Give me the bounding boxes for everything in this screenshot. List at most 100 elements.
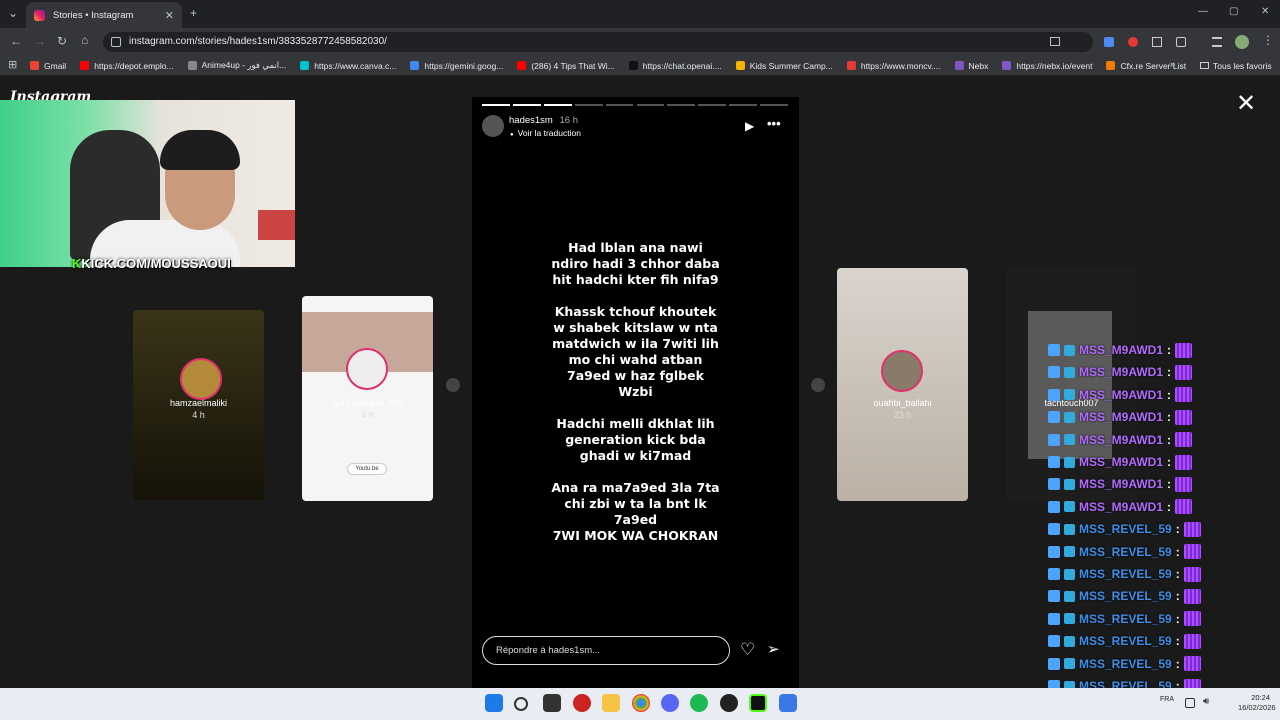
translate-label: Voir la traduction <box>517 128 581 138</box>
volume-icon[interactable]: 🔊︎ <box>1203 696 1209 707</box>
bookmark-favicon-icon <box>1002 61 1012 70</box>
next-story-icon[interactable] <box>811 378 825 392</box>
story-username[interactable]: hades1sm <box>509 115 553 126</box>
bookmark-item[interactable]: Anime4up - انمي فور... <box>187 60 286 71</box>
discord-icon[interactable] <box>661 694 679 712</box>
translate-link[interactable]: ● Voir la traduction <box>510 128 581 138</box>
story-username: ilyas_elmaliki_921 <box>330 398 405 408</box>
subscriber-badge-icon <box>1064 546 1075 558</box>
bookmark-label: Cfx.re Server List <box>1120 60 1187 71</box>
story-card-hamzaelmaliki[interactable]: hamzaelmaliki 4 h <box>133 310 264 500</box>
story-card-ouahbi[interactable]: ouahbi_ballahi 23 h <box>837 268 968 501</box>
minimize-button[interactable]: — <box>1198 6 1208 17</box>
spotify-icon[interactable] <box>690 694 708 712</box>
reading-list-icon[interactable] <box>1212 37 1222 47</box>
extensions-puzzle-icon[interactable] <box>1176 37 1186 47</box>
notepad-icon[interactable] <box>779 694 797 712</box>
bookmark-item[interactable]: https://depot.emplo... <box>80 60 174 71</box>
bookmark-label: (286) 4 Tips That Wi... <box>531 60 615 71</box>
bookmark-item[interactable]: https://www.moncv.... <box>846 61 941 71</box>
more-options-icon[interactable]: ••• <box>767 116 781 131</box>
bookmark-label: https://depot.emplo... <box>94 60 174 71</box>
subscriber-badge-icon <box>1064 523 1075 535</box>
prev-story-icon[interactable] <box>446 378 460 392</box>
story-avatar[interactable] <box>482 115 504 137</box>
chat-separator: : <box>1175 589 1180 604</box>
progress-segment <box>605 104 634 106</box>
extension2-icon[interactable] <box>1152 37 1162 47</box>
tab-search-icon[interactable]: ⌄ <box>8 6 18 20</box>
bookmark-item[interactable]: (286) 4 Tips That Wi... <box>517 60 615 71</box>
file-explorer-icon[interactable] <box>602 694 620 712</box>
webcam-overlay <box>0 100 295 267</box>
send-icon[interactable]: ➢ <box>767 641 780 659</box>
story-card-ilyas[interactable]: ilyas_elmaliki_921 4 h Youtu.be <box>302 296 433 501</box>
chat-username: MSS_M9AWD1 <box>1079 343 1164 357</box>
subscriber-badge-icon <box>1064 613 1075 625</box>
story-paragraph: Had lblan ana nawi ndiro hadi 3 chhor da… <box>551 240 720 287</box>
obs-icon[interactable] <box>720 694 738 712</box>
forward-icon[interactable]: → <box>34 34 46 48</box>
bookmark-favicon-icon <box>30 61 39 70</box>
bookmark-item[interactable]: https://gemini.goog... <box>410 61 503 71</box>
story-paragraph: Hadchi melli dkhlat lih generation kick … <box>556 416 715 463</box>
home-icon[interactable]: ⌂ <box>81 33 88 47</box>
folder-icon <box>1200 62 1209 69</box>
avatar <box>881 350 923 392</box>
task-view-icon[interactable] <box>543 694 561 712</box>
system-clock[interactable]: 20:24 16/02/2026 <box>1238 693 1276 713</box>
reload-icon[interactable]: ↻ <box>57 34 67 48</box>
maximize-button[interactable]: ▢ <box>1229 6 1238 17</box>
chat-username: MSS_REVEL_59 <box>1079 567 1172 581</box>
apps-grid-icon[interactable]: ⊞ <box>8 58 17 71</box>
subscriber-badge-icon <box>1064 478 1075 490</box>
tab-close-icon[interactable]: ✕ <box>165 9 174 22</box>
close-stories-button[interactable]: ✕ <box>1234 92 1258 116</box>
chat-separator: : <box>1167 410 1172 425</box>
chat-separator: : <box>1175 611 1180 626</box>
badge-icon <box>1048 500 1060 513</box>
install-app-icon[interactable] <box>1050 37 1060 46</box>
subscriber-badge-icon <box>1064 434 1075 446</box>
bookmark-item[interactable]: Gmail <box>30 61 66 71</box>
badge-icon <box>1048 635 1060 648</box>
bookmark-item[interactable]: Nebx <box>954 61 988 71</box>
record-extension-icon[interactable] <box>1128 37 1138 47</box>
like-heart-icon[interactable]: ♡ <box>740 641 755 659</box>
menu-icon[interactable]: ⋮ <box>1262 33 1274 47</box>
chat-separator: : <box>1167 499 1172 514</box>
bookmark-item[interactable]: https://chat.openai.... <box>628 61 722 71</box>
bookmark-item[interactable]: https://nebx.io/event <box>1002 61 1092 71</box>
extension-icon[interactable] <box>1104 37 1114 47</box>
close-window-button[interactable]: ✕ <box>1261 6 1269 17</box>
bookmark-label: Gmail <box>44 60 67 71</box>
kick-logo-icon: K <box>72 256 82 271</box>
url-input[interactable]: instagram.com/stories/hades1sm/383352877… <box>103 32 1093 52</box>
search-icon[interactable] <box>514 697 528 711</box>
profile-avatar[interactable] <box>1235 35 1249 49</box>
kick-app-icon[interactable] <box>749 694 767 712</box>
site-info-icon[interactable] <box>111 37 121 47</box>
bookmark-label: https://www.canva.c... <box>314 60 397 71</box>
play-icon[interactable]: ▶ <box>745 119 754 133</box>
all-bookmarks[interactable]: Tous les favoris <box>1200 61 1272 71</box>
emote-icon <box>1183 521 1201 537</box>
bookmark-item[interactable]: https://www.canva.c... <box>300 61 396 71</box>
app-red-icon[interactable] <box>573 694 591 712</box>
reply-input[interactable]: Répondre à hades1sm... <box>482 636 730 665</box>
network-icon[interactable] <box>1185 698 1195 708</box>
chat-username: MSS_REVEL_59 <box>1079 522 1172 537</box>
bookmark-item[interactable]: Kids Summer Camp... <box>735 61 833 71</box>
language-indicator[interactable]: FRA <box>1160 695 1174 704</box>
progress-segment <box>574 104 603 106</box>
windows-start-icon[interactable] <box>485 694 503 712</box>
chat-message: MSS_REVEL_59: <box>1048 609 1201 629</box>
chat-message: MSS_M9AWD1: <box>1048 430 1193 450</box>
back-icon[interactable]: ← <box>10 34 22 48</box>
tab-instagram[interactable]: Stories • Instagram ✕ <box>26 2 182 28</box>
more-bookmarks-icon[interactable]: » <box>1170 59 1175 69</box>
emote-icon <box>1175 387 1193 403</box>
chrome-icon[interactable] <box>632 694 650 712</box>
badge-icon <box>1048 388 1060 401</box>
new-tab-button[interactable]: + <box>190 6 197 20</box>
